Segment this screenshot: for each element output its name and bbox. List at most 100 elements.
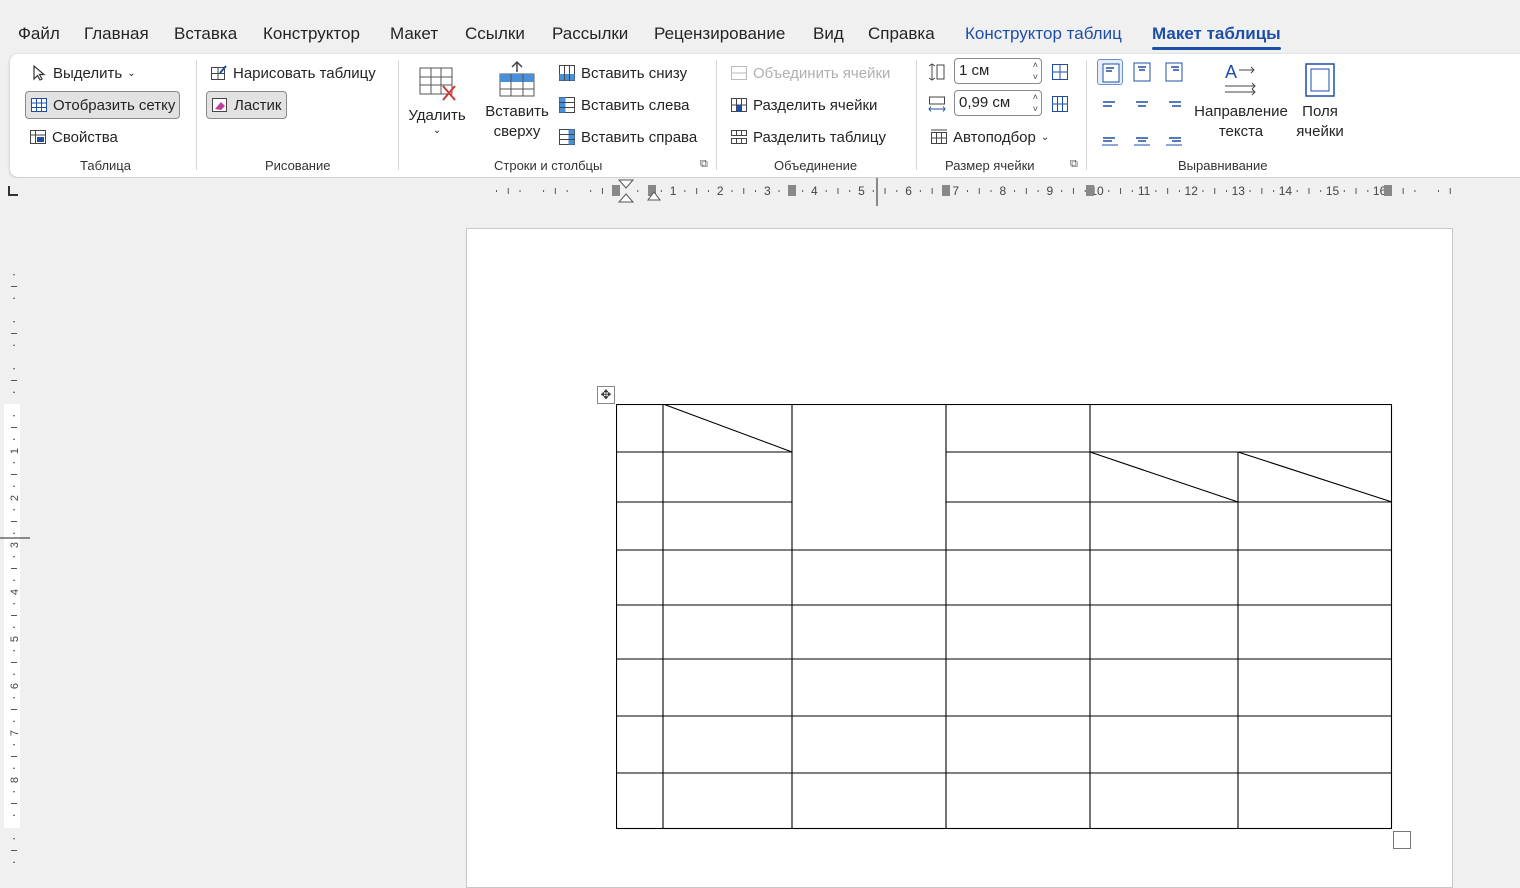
split-table-button[interactable]: Разделить таблицу bbox=[726, 123, 890, 151]
split-table-icon bbox=[730, 128, 748, 146]
text-direction-button[interactable]: A Направление текста bbox=[1190, 60, 1292, 142]
group-label-table: Таблица bbox=[80, 158, 131, 173]
column-width-input[interactable]: 0,99 см ˄ ˅ bbox=[954, 90, 1042, 116]
autofit-button[interactable]: Автоподбор ⌄ bbox=[926, 123, 1053, 151]
ruler-number: 6 bbox=[9, 683, 21, 689]
group-separator bbox=[398, 60, 399, 170]
spinner-arrows-icon[interactable]: ˄ ˅ bbox=[1033, 91, 1038, 115]
draw-table-button[interactable]: Нарисовать таблицу bbox=[206, 59, 380, 87]
insert-right-button[interactable]: Вставить справа bbox=[554, 123, 701, 151]
column-marker-icon[interactable] bbox=[788, 185, 796, 196]
cell-margins-button[interactable]: Поля ячейки bbox=[1290, 60, 1350, 142]
align-middle-left-button[interactable] bbox=[1097, 91, 1123, 117]
text-direction-label: Направление текста bbox=[1194, 103, 1288, 140]
ribbon-tab-bar: Файл Главная Вставка Конструктор Макет С… bbox=[0, 0, 1520, 52]
split-table-label: Разделить таблицу bbox=[753, 128, 886, 146]
autofit-icon bbox=[930, 128, 948, 146]
ruler-number: 5 bbox=[858, 184, 865, 198]
ruler-number: 8 bbox=[999, 184, 1006, 198]
column-width-icon bbox=[928, 95, 946, 113]
tab-table-layout[interactable]: Макет таблицы bbox=[1152, 24, 1281, 50]
ruler-number: 7 bbox=[952, 184, 959, 198]
ruler-number: 13 bbox=[1232, 184, 1246, 198]
split-cells-button[interactable]: Разделить ячейки bbox=[726, 91, 881, 119]
tab-table-design[interactable]: Конструктор таблиц bbox=[965, 24, 1122, 44]
spinner-arrows-icon[interactable]: ˄ ˅ bbox=[1033, 59, 1038, 83]
row-height-input[interactable]: 1 см ˄ ˅ bbox=[954, 58, 1042, 84]
insert-above-icon bbox=[497, 60, 537, 100]
ruler-number: 6 bbox=[905, 184, 912, 198]
select-label: Выделить bbox=[53, 64, 123, 82]
align-bottom-center-button[interactable] bbox=[1129, 123, 1155, 149]
insert-above-button[interactable]: Вставить сверху bbox=[482, 60, 552, 142]
tab-design[interactable]: Конструктор bbox=[263, 24, 360, 44]
pencil-table-icon bbox=[210, 64, 228, 82]
horizontal-ruler-scale: 1 2 3 4 5 6 7 8 9 10 11 12 13 14 15 16 bbox=[466, 178, 1453, 206]
draw-table-label: Нарисовать таблицу bbox=[233, 64, 376, 82]
align-top-center-button[interactable] bbox=[1129, 59, 1155, 85]
horizontal-ruler[interactable]: 1 2 3 4 5 6 7 8 9 10 11 12 13 14 15 16 bbox=[0, 178, 1520, 206]
vertical-ruler[interactable]: 1 2 3 4 5 6 7 8 bbox=[0, 206, 30, 874]
select-button[interactable]: Выделить ⌄ bbox=[26, 59, 140, 87]
cursor-icon bbox=[30, 64, 48, 82]
group-separator bbox=[716, 60, 717, 170]
ruler-number: 4 bbox=[9, 589, 21, 595]
dialog-launcher-icon[interactable]: ⧉ bbox=[700, 158, 708, 171]
align-top-right-button[interactable] bbox=[1161, 59, 1187, 85]
tab-home[interactable]: Главная bbox=[84, 24, 149, 44]
align-middle-right-icon bbox=[1169, 101, 1181, 107]
insert-below-icon bbox=[558, 64, 576, 82]
merge-cells-button[interactable]: Объединить ячейки bbox=[726, 59, 894, 87]
insert-below-button[interactable]: Вставить снизу bbox=[554, 59, 691, 87]
align-middle-right-button[interactable] bbox=[1161, 91, 1187, 117]
align-bottom-left-icon bbox=[1102, 137, 1118, 146]
align-top-left-button[interactable] bbox=[1097, 59, 1123, 85]
ruler-number: 14 bbox=[1279, 184, 1293, 198]
align-bottom-left-button[interactable] bbox=[1097, 123, 1123, 149]
properties-button[interactable]: Свойства bbox=[25, 123, 122, 151]
table-move-handle-icon[interactable]: ✥ bbox=[597, 386, 615, 404]
tab-layout[interactable]: Макет bbox=[390, 24, 438, 44]
delete-button[interactable]: Удалить ⌄ bbox=[406, 64, 468, 136]
align-top-right-icon bbox=[1165, 62, 1183, 82]
tab-view[interactable]: Вид bbox=[813, 24, 844, 44]
column-width-value: 0,99 см bbox=[959, 94, 1011, 111]
ruler-number: 3 bbox=[764, 184, 771, 198]
column-marker-icon[interactable] bbox=[1384, 185, 1392, 196]
group-label-draw: Рисование bbox=[265, 158, 331, 173]
chevron-down-icon: ⌄ bbox=[432, 125, 442, 136]
tab-references[interactable]: Ссылки bbox=[465, 24, 525, 44]
table-properties-icon bbox=[29, 128, 47, 146]
group-separator bbox=[916, 60, 917, 170]
eraser-label: Ластик bbox=[234, 96, 282, 114]
split-cells-label: Разделить ячейки bbox=[753, 96, 878, 114]
ruler-number: 3 bbox=[9, 542, 21, 548]
distribute-rows-icon[interactable] bbox=[1051, 63, 1069, 81]
cell-margins-label: Поля ячейки bbox=[1296, 103, 1344, 140]
eraser-button[interactable]: Ластик bbox=[206, 91, 287, 119]
table-resize-handle-icon[interactable] bbox=[1393, 831, 1411, 849]
align-middle-left-icon bbox=[1103, 101, 1115, 107]
row-height-icon bbox=[928, 63, 946, 81]
ruler-number: 1 bbox=[9, 448, 21, 454]
group-label-cell-size: Размер ячейки bbox=[945, 158, 1035, 173]
insert-left-label: Вставить слева bbox=[581, 96, 690, 114]
show-grid-button[interactable]: Отобразить сетку bbox=[25, 91, 181, 119]
ruler-number: 1 bbox=[670, 184, 677, 198]
group-label-alignment: Выравнивание bbox=[1178, 158, 1268, 173]
insert-left-button[interactable]: Вставить слева bbox=[554, 91, 694, 119]
align-middle-center-button[interactable] bbox=[1129, 91, 1155, 117]
column-marker-icon[interactable] bbox=[1086, 185, 1094, 196]
tab-help[interactable]: Справка bbox=[868, 24, 935, 44]
tab-mailings[interactable]: Рассылки bbox=[552, 24, 628, 44]
column-marker-icon[interactable] bbox=[942, 185, 950, 196]
tab-insert[interactable]: Вставка bbox=[174, 24, 237, 44]
tab-review[interactable]: Рецензирование bbox=[654, 24, 785, 44]
column-marker-icon[interactable] bbox=[612, 185, 620, 196]
document-table[interactable] bbox=[616, 404, 1396, 832]
distribute-columns-icon[interactable] bbox=[1051, 95, 1069, 113]
tab-file[interactable]: Файл bbox=[18, 24, 60, 44]
align-bottom-right-button[interactable] bbox=[1161, 123, 1187, 149]
insert-below-label: Вставить снизу bbox=[581, 64, 688, 82]
dialog-launcher-icon[interactable]: ⧉ bbox=[1070, 158, 1078, 171]
